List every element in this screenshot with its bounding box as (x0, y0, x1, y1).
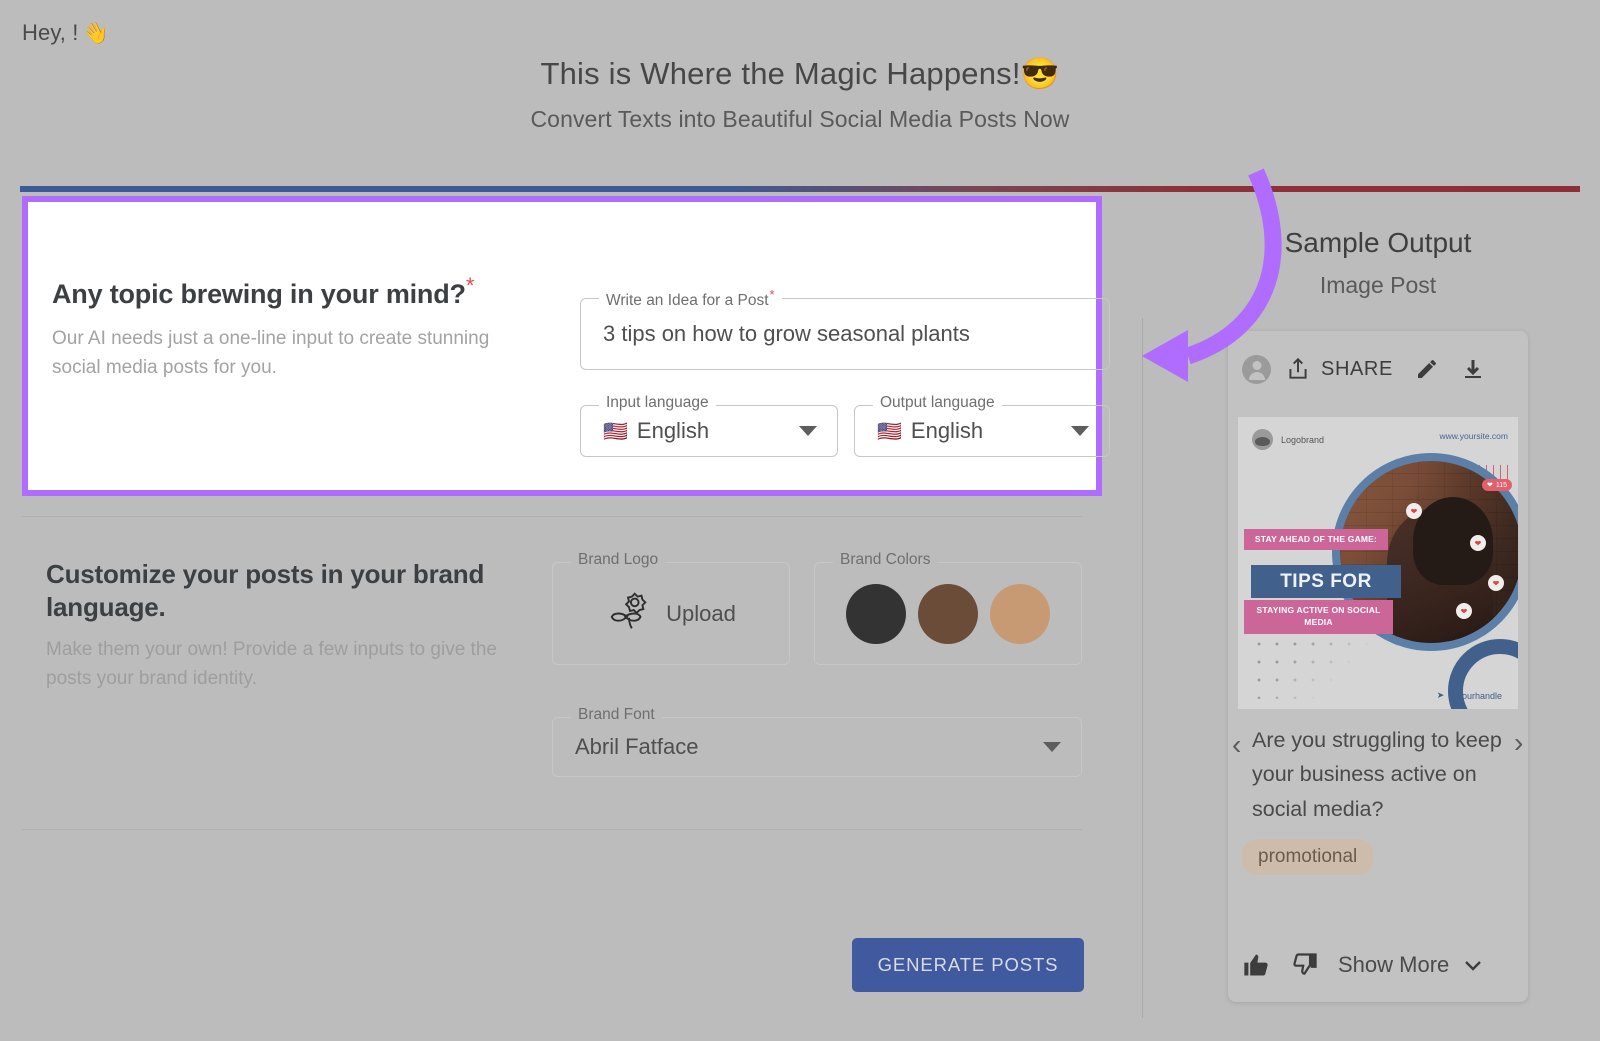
customize-copy-block: Customize your posts in your brand langu… (46, 558, 516, 694)
brand-logo-upload-label: Upload (666, 600, 736, 626)
edit-pencil-icon[interactable] (1415, 357, 1439, 381)
brand-color-swatch[interactable] (846, 583, 906, 644)
topic-input-panel: Any topic brewing in your mind?* Our AI … (22, 196, 1110, 496)
brand-color-swatch-list[interactable] (815, 563, 1081, 664)
topic-description: Our AI needs just a one-line input to cr… (52, 327, 490, 379)
post-website-url: www.yoursite.com (1439, 431, 1509, 441)
carousel-prev-button[interactable]: ‹ (1232, 731, 1241, 759)
heart-reaction-icon: ❤ (1456, 603, 1472, 619)
post-kicker-top: STAY AHEAD OF THE GAME: (1244, 529, 1388, 551)
input-language-label: Input language (599, 395, 716, 411)
topic-heading: Any topic brewing in your mind?* (52, 272, 532, 312)
brand-logo-upload[interactable]: Brand Logo Upload (552, 552, 790, 665)
sample-output-title: Sample Output (1284, 227, 1472, 258)
like-count-text: 115 (1495, 481, 1507, 489)
generated-post-image: Logobrand www.yoursite.com ❤ 115 ❤ ❤ ❤ ❤ … (1238, 417, 1518, 709)
send-arrow-icon: ➤ (1436, 690, 1445, 700)
generate-posts-button[interactable]: GENERATE POSTS (852, 938, 1084, 992)
share-icon[interactable] (1285, 356, 1311, 382)
dot-grid-decoration (1250, 635, 1370, 699)
topic-copy-block: Any topic brewing in your mind?* Our AI … (52, 272, 532, 383)
brand-color-swatch[interactable] (990, 583, 1050, 644)
post-logo-text: Logobrand (1281, 434, 1325, 445)
sunglasses-emoji-icon: 😎 (1020, 56, 1060, 91)
customize-heading: Customize your posts in your brand langu… (46, 559, 485, 622)
required-asterisk: * (465, 273, 475, 298)
post-kicker-mid: TIPS FOR (1251, 565, 1401, 598)
heart-reaction-icon: ❤ (1488, 575, 1504, 591)
brand-logo-upload-inner[interactable]: Upload (553, 563, 789, 664)
us-flag-icon: 🇺🇸 (877, 421, 902, 443)
chevron-down-icon[interactable] (1043, 742, 1061, 752)
chevron-down-icon[interactable] (1461, 953, 1485, 977)
post-logo-icon (1252, 429, 1273, 450)
thumbs-down-icon[interactable] (1292, 951, 1320, 979)
idea-required-asterisk: * (769, 287, 775, 302)
greeting-text: Hey, ! (22, 20, 79, 45)
idea-input-value: 3 tips on how to grow seasonal plants (603, 321, 970, 346)
show-more-button[interactable]: Show More (1338, 952, 1449, 978)
download-icon[interactable] (1461, 357, 1485, 381)
input-language-value: 🇺🇸 English (603, 418, 709, 444)
like-count-bubble: ❤ 115 (1481, 479, 1512, 491)
customize-description: Make them your own! Provide a few inputs… (46, 639, 497, 690)
brand-colors-picker[interactable]: Brand Colors (814, 552, 1082, 665)
user-greeting: Hey, ! 👋 (22, 20, 109, 46)
page-subtitle: Convert Texts into Beautiful Social Medi… (530, 106, 1070, 132)
post-card-footer: Show More (1228, 942, 1528, 988)
corner-arc-decoration (1448, 639, 1518, 709)
page-title-text: This is Where the Magic Happens! (540, 56, 1021, 91)
app-root: Hey, ! 👋 This is Where the Magic Happens!… (0, 0, 1600, 1041)
output-language-select[interactable]: Output language 🇺🇸 English (854, 395, 1110, 457)
sample-output-subtitle: Image Post (1319, 272, 1437, 298)
section-divider (22, 829, 1082, 830)
column-divider (1142, 318, 1143, 1018)
topic-heading-text: Any topic brewing in your mind? (52, 279, 466, 309)
output-language-value: 🇺🇸 English (877, 418, 983, 444)
output-language-value-text: English (910, 418, 984, 443)
brand-font-select[interactable]: Brand Font Abril Fatface (552, 707, 1082, 777)
post-tag-badge: promotional (1242, 839, 1374, 875)
brand-font-label: Brand Font (571, 707, 662, 723)
input-language-value-text: English (636, 418, 710, 443)
idea-input-label: Write an Idea for a Post* (599, 288, 782, 309)
chevron-down-icon[interactable] (1071, 426, 1089, 436)
idea-input[interactable]: Write an Idea for a Post* 3 tips on how … (580, 288, 1110, 370)
thumbs-up-icon[interactable] (1242, 951, 1270, 979)
sample-post-card: SHARE Logobrand www.yoursite.com ❤ 115 ❤… (1228, 331, 1528, 1002)
share-label[interactable]: SHARE (1321, 358, 1393, 381)
page-title: This is Where the Magic Happens!😎 (0, 55, 1600, 92)
waving-hand-icon: 👋 (82, 22, 109, 45)
output-language-label: Output language (873, 395, 1002, 411)
avatar-icon[interactable] (1242, 354, 1271, 384)
idea-input-label-text: Write an Idea for a Post (606, 292, 769, 310)
heart-reaction-icon: ❤ (1470, 535, 1486, 551)
post-brand-logo: Logobrand (1252, 429, 1324, 450)
post-caption: Are you struggling to keep your business… (1252, 728, 1502, 821)
gradient-rule (20, 186, 1580, 192)
flower-plant-icon (606, 588, 652, 639)
heart-icon: ❤ (1486, 482, 1493, 489)
carousel-next-button[interactable]: › (1514, 729, 1523, 757)
post-kicker-bottom: STAYING ACTIVE ON SOCIAL MEDIA (1244, 600, 1393, 634)
heart-reaction-icon: ❤ (1406, 503, 1422, 519)
brand-color-swatch[interactable] (918, 583, 978, 644)
chevron-down-icon[interactable] (799, 426, 817, 436)
input-language-select[interactable]: Input language 🇺🇸 English (580, 395, 838, 457)
section-divider (22, 516, 1082, 517)
brand-font-value: Abril Fatface (575, 734, 699, 759)
post-card-toolbar: SHARE (1228, 331, 1528, 407)
hero-header: This is Where the Magic Happens!😎 Conver… (0, 55, 1600, 133)
us-flag-icon: 🇺🇸 (603, 421, 628, 443)
